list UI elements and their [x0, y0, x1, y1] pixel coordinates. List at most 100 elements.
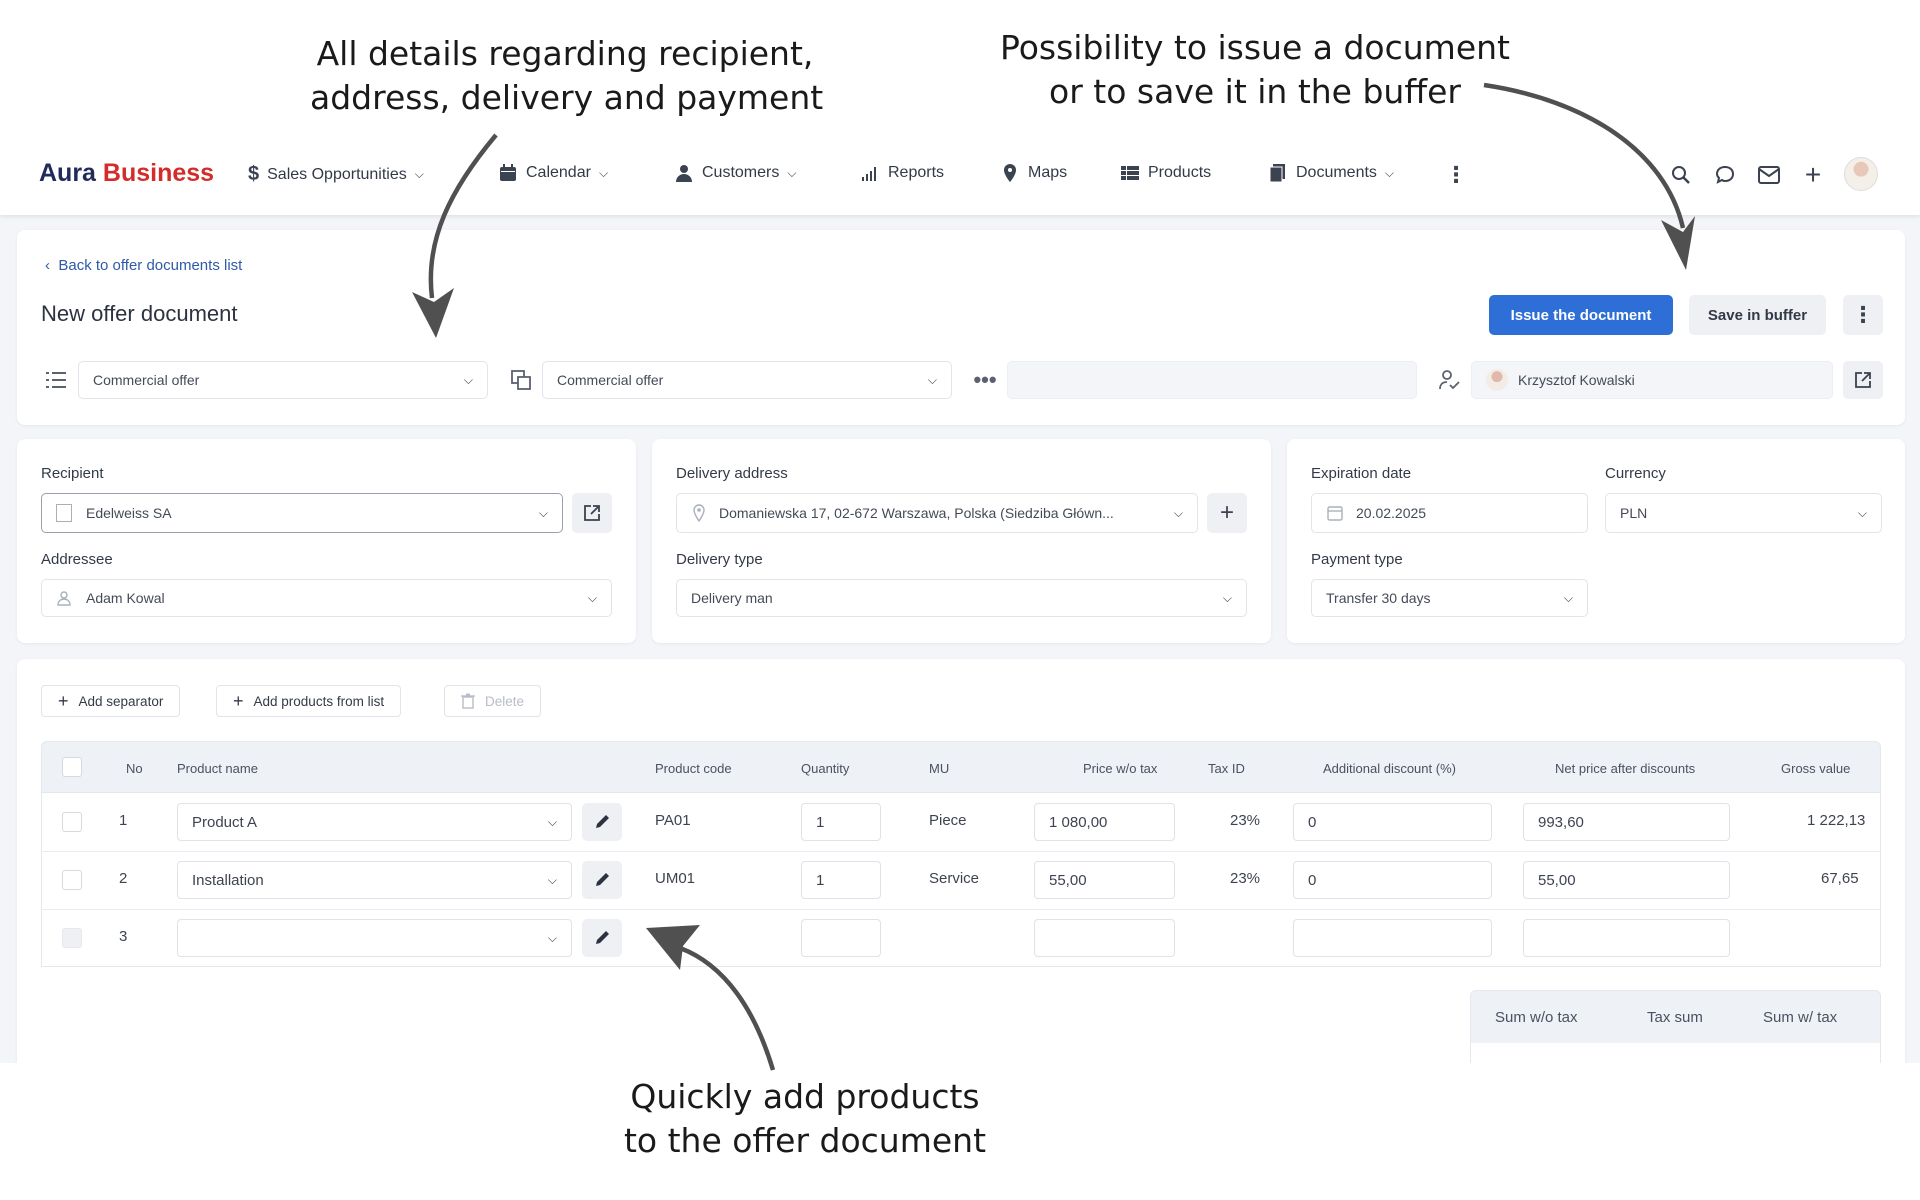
- brand-logo[interactable]: Aura Business: [39, 159, 214, 188]
- plus-icon: +: [58, 690, 69, 711]
- quantity-input[interactable]: [801, 919, 881, 957]
- chevron-down-icon: ⌵: [1222, 590, 1232, 605]
- bar-chart-icon: [862, 167, 876, 181]
- nav-products[interactable]: Products: [1120, 163, 1211, 183]
- document-owner-field[interactable]: Krzysztof Kowalski: [1471, 361, 1833, 399]
- expiration-date-input[interactable]: 20.02.2025: [1311, 493, 1588, 533]
- recipient-select[interactable]: Edelweiss SA ⌵: [41, 493, 563, 533]
- building-icon: [56, 504, 72, 522]
- products-table-header: No Product name Product code Quantity MU…: [41, 741, 1881, 793]
- recipient-label: Recipient: [41, 465, 104, 482]
- quantity-input[interactable]: 1: [801, 803, 881, 841]
- sum-without-tax-label: Sum w/o tax: [1495, 1009, 1578, 1026]
- row-checkbox[interactable]: [62, 812, 82, 832]
- calendar-icon: [1327, 506, 1343, 521]
- chevron-down-icon: ⌵: [587, 590, 597, 605]
- product-name-select[interactable]: Installation ⌵: [177, 861, 572, 899]
- row-divider: [42, 909, 1880, 910]
- product-name-select[interactable]: ⌵: [177, 919, 572, 957]
- issue-document-button[interactable]: Issue the document: [1489, 295, 1673, 335]
- chat-icon[interactable]: [1707, 157, 1743, 193]
- discount-input[interactable]: 0: [1293, 861, 1492, 899]
- owner-avatar: [1486, 369, 1508, 391]
- user-icon: [676, 165, 692, 182]
- nav-sales-opportunities[interactable]: $ Sales Opportunities ⌵: [248, 163, 424, 186]
- column-product-name: Product name: [177, 761, 258, 776]
- column-no: No: [126, 761, 143, 776]
- delivery-address-label: Delivery address: [676, 465, 788, 482]
- price-input[interactable]: 55,00: [1034, 861, 1175, 899]
- row-checkbox[interactable]: [62, 928, 82, 948]
- delete-button[interactable]: Delete: [444, 685, 542, 717]
- dots-icon: •••: [973, 367, 997, 392]
- chevron-down-icon: ⌵: [538, 505, 548, 520]
- map-pin-icon: [693, 504, 705, 522]
- tax-id: 23%: [1230, 870, 1261, 887]
- nav-reports[interactable]: Reports: [860, 163, 944, 183]
- expiration-date-label: Expiration date: [1311, 465, 1412, 482]
- row-number: 1: [119, 812, 128, 829]
- template-select[interactable]: Commercial offer ⌵: [542, 361, 952, 399]
- sum-with-tax-label: Sum w/ tax: [1763, 1009, 1838, 1026]
- edit-product-button[interactable]: [582, 861, 622, 899]
- net-price-input[interactable]: 55,00: [1523, 861, 1730, 899]
- addressee-select[interactable]: Adam Kowal ⌵: [41, 579, 612, 617]
- net-price-input[interactable]: [1523, 919, 1730, 957]
- delivery-address-select[interactable]: Domaniewska 17, 02-672 Warszawa, Polska …: [676, 493, 1198, 533]
- document-number-field[interactable]: [1007, 361, 1417, 399]
- column-product-code: Product code: [655, 761, 732, 776]
- search-icon[interactable]: [1663, 157, 1699, 193]
- quantity-input[interactable]: 1: [801, 861, 881, 899]
- map-pin-icon: [1004, 164, 1016, 182]
- nav-calendar[interactable]: Calendar ⌵: [498, 163, 608, 183]
- nav-customers[interactable]: Customers ⌵: [674, 163, 796, 183]
- save-in-buffer-button[interactable]: Save in buffer: [1689, 295, 1826, 335]
- discount-input[interactable]: [1293, 919, 1492, 957]
- top-navigation: Aura Business $ Sales Opportunities ⌵ Ca…: [0, 135, 1920, 215]
- dollar-icon: $: [248, 163, 260, 185]
- chevron-down-icon: ⌵: [1384, 165, 1395, 180]
- product-code: PA01: [655, 812, 691, 829]
- add-separator-button[interactable]: + Add separator: [41, 685, 181, 717]
- currency-label: Currency: [1605, 465, 1666, 482]
- mail-icon[interactable]: [1751, 157, 1787, 193]
- more-vertical-icon[interactable]: ⋮: [1438, 157, 1474, 193]
- select-all-checkbox[interactable]: [62, 757, 82, 777]
- nav-documents[interactable]: Documents ⌵: [1268, 163, 1394, 183]
- chevron-down-icon: ⌵: [547, 814, 557, 829]
- delivery-type-select[interactable]: Delivery man ⌵: [676, 579, 1247, 617]
- chevron-down-icon: ⌵: [1173, 505, 1183, 520]
- row-checkbox[interactable]: [62, 870, 82, 890]
- currency-select[interactable]: PLN ⌵: [1605, 493, 1882, 533]
- user-check-icon: [1437, 368, 1463, 392]
- open-recipient-button[interactable]: [572, 493, 612, 533]
- price-input[interactable]: [1034, 919, 1175, 957]
- price-input[interactable]: 1 080,00: [1034, 803, 1175, 841]
- summary-box: Sum w/o tax Tax sum Sum w/ tax: [1470, 990, 1881, 1063]
- product-name-select[interactable]: Product A ⌵: [177, 803, 572, 841]
- chevron-down-icon: ⌵: [547, 872, 557, 887]
- gross-value: 1 222,13: [1807, 812, 1866, 829]
- edit-product-button[interactable]: [582, 803, 622, 841]
- nav-maps[interactable]: Maps: [1000, 163, 1067, 183]
- open-external-button[interactable]: [1843, 361, 1883, 399]
- add-address-button[interactable]: +: [1207, 493, 1247, 533]
- annotation-bottom: Quickly add products to the offer docume…: [623, 1077, 987, 1160]
- payment-type-select[interactable]: Transfer 30 days ⌵: [1311, 579, 1588, 617]
- more-options-button[interactable]: ⋮: [1843, 295, 1883, 335]
- plus-icon: +: [233, 690, 244, 711]
- pencil-icon: [596, 873, 609, 886]
- annotation-top-left: All details regarding recipient, address…: [310, 34, 824, 117]
- document-type-select[interactable]: Commercial offer ⌵: [78, 361, 488, 399]
- copy-icon: [509, 368, 533, 392]
- tax-sum-label: Tax sum: [1647, 1009, 1703, 1026]
- net-price-input[interactable]: 993,60: [1523, 803, 1730, 841]
- edit-product-button[interactable]: [582, 919, 622, 957]
- add-products-button[interactable]: + Add products from list: [216, 685, 402, 717]
- gross-value: 67,65: [1821, 870, 1859, 887]
- back-link[interactable]: ‹ Back to offer documents list: [45, 257, 242, 274]
- user-avatar[interactable]: [1844, 157, 1878, 191]
- column-quantity: Quantity: [801, 761, 850, 776]
- plus-icon[interactable]: +: [1795, 157, 1831, 193]
- discount-input[interactable]: 0: [1293, 803, 1492, 841]
